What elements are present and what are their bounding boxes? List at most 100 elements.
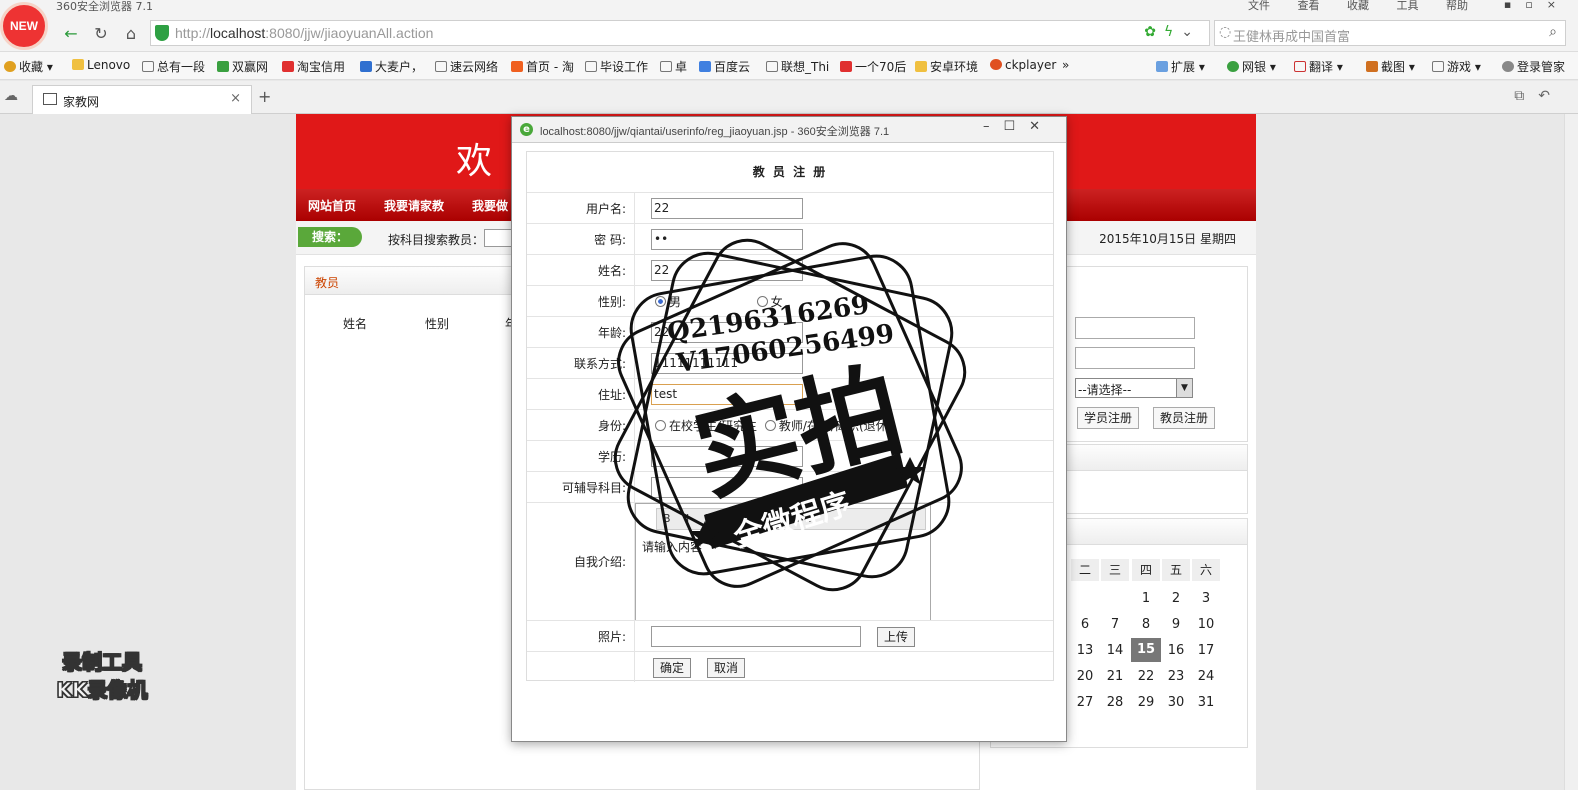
maximize-icon[interactable]: ▫ — [1525, 0, 1546, 11]
contact-input[interactable]: 11111111111 — [651, 353, 803, 374]
address-input[interactable]: test — [651, 384, 803, 405]
maximize-icon[interactable]: ☐ — [1003, 119, 1029, 134]
calendar-day[interactable]: 31 — [1191, 695, 1221, 710]
calendar-day[interactable]: 23 — [1161, 669, 1191, 684]
translate-button[interactable]: 翻译 ▾ — [1294, 58, 1343, 75]
name-input[interactable]: 22 — [651, 260, 803, 281]
age-input[interactable]: 22 — [651, 322, 803, 343]
bookmarks-more-button[interactable]: » — [1062, 58, 1069, 72]
menu-favorites[interactable]: 收藏 — [1347, 0, 1369, 12]
bookmark-item[interactable]: 首页 - 淘 — [511, 58, 574, 75]
nav-request-tutor[interactable]: 我要请家教 — [384, 197, 444, 214]
minimize-icon[interactable]: – — [983, 119, 1004, 134]
bookmark-item[interactable]: 双赢网 — [217, 58, 268, 75]
menu-tools[interactable]: 工具 — [1397, 0, 1419, 12]
calendar-day[interactable]: 14 — [1100, 643, 1130, 658]
home-icon[interactable]: ⌂ — [120, 24, 142, 44]
cloud-icon[interactable]: ☁ — [4, 88, 18, 104]
calendar-day[interactable]: 10 — [1191, 617, 1221, 632]
intro-rich-editor[interactable]: B I ☰ ☰ ▦ ▦ ? 请输入内容 — [635, 503, 931, 621]
chevron-down-icon[interactable]: ⌄ — [1181, 24, 1201, 40]
education-input[interactable] — [651, 446, 803, 467]
back-arrow-icon[interactable]: ← — [60, 24, 82, 44]
url-input[interactable]: http://localhost:8080/jjw/jiaoyuanAll.ac… — [150, 20, 1210, 46]
bookmark-item[interactable]: 卓 — [660, 58, 687, 75]
user-type-select[interactable]: --请选择-- ▼ — [1075, 378, 1193, 398]
calendar-day[interactable]: 17 — [1191, 643, 1221, 658]
bookmark-item[interactable]: 一个70后 — [840, 58, 906, 75]
undo-close-icon[interactable]: ↶ — [1538, 88, 1564, 104]
bookmark-item[interactable]: 联想_Thi — [766, 58, 829, 75]
tab-active[interactable]: 家教网 × — [32, 85, 252, 114]
menu-view[interactable]: 查看 — [1298, 0, 1320, 12]
nav-home[interactable]: 网站首页 — [308, 197, 356, 214]
close-tab-icon[interactable]: × — [230, 91, 241, 106]
restore-tab-icon[interactable]: ⧉ — [1514, 88, 1538, 104]
bookmark-item[interactable]: 大麦户， — [360, 58, 423, 75]
bookmark-item[interactable]: 毕设工作 — [585, 58, 648, 75]
calendar-day[interactable]: 16 — [1161, 643, 1191, 658]
calendar-day[interactable]: 8 — [1131, 617, 1161, 632]
refresh-icon[interactable]: ↻ — [90, 24, 112, 44]
calendar-day[interactable]: 28 — [1100, 695, 1130, 710]
cancel-button[interactable]: 取消 — [707, 658, 745, 678]
extensions-button[interactable]: 扩展 ▾ — [1156, 58, 1205, 75]
calendar-day[interactable]: 24 — [1191, 669, 1221, 684]
menu-help[interactable]: 帮助 — [1446, 0, 1468, 12]
nav-be-tutor[interactable]: 我要做 — [472, 197, 508, 214]
speed-icon[interactable]: ✿ — [1144, 24, 1164, 40]
close-icon[interactable]: × — [1547, 0, 1570, 11]
calendar-day[interactable]: 1 — [1131, 591, 1161, 606]
subject-search-input[interactable] — [484, 229, 514, 247]
teacher-register-button[interactable]: 教员注册 — [1153, 407, 1215, 429]
identity-teacher-radio[interactable] — [764, 420, 776, 431]
login-password-input[interactable] — [1075, 347, 1195, 369]
calendar-day[interactable]: 9 — [1161, 617, 1191, 632]
subjects-input[interactable] — [651, 477, 803, 498]
identity-student-radio[interactable] — [655, 420, 666, 431]
editor-toolbar[interactable]: B I ☰ ☰ ▦ ▦ ? — [656, 508, 926, 530]
lightning-icon[interactable]: ϟ — [1164, 24, 1181, 40]
calendar-day[interactable]: 22 — [1131, 669, 1161, 684]
bookmark-item[interactable]: 速云网络 — [435, 58, 498, 75]
calendar-day[interactable]: 20 — [1070, 669, 1100, 684]
calendar-day[interactable]: 27 — [1070, 695, 1100, 710]
calendar-day[interactable]: 30 — [1161, 695, 1191, 710]
calendar-day[interactable]: 2 — [1161, 591, 1191, 606]
calendar-day[interactable]: 29 — [1131, 695, 1161, 710]
gender-female-radio[interactable] — [756, 296, 768, 307]
games-button[interactable]: 游戏 ▾ — [1432, 58, 1481, 75]
bookmark-item[interactable]: 收藏 ▾ — [4, 58, 53, 75]
bookmark-item[interactable]: 淘宝信用 — [282, 58, 345, 75]
new-tab-icon[interactable]: + — [258, 87, 271, 106]
calendar-day[interactable]: 3 — [1191, 591, 1221, 606]
gender-male-radio[interactable] — [655, 296, 666, 307]
bookmark-item[interactable]: 百度云 — [699, 58, 750, 75]
menu-file[interactable]: 文件 — [1248, 0, 1270, 12]
minimize-icon[interactable]: ▪ — [1504, 0, 1525, 11]
calendar-day-today[interactable]: 15 — [1131, 638, 1161, 662]
search-input[interactable]: ◌ 王健林再成中国首富 ⌕ — [1214, 20, 1566, 46]
calendar-day[interactable]: 6 — [1070, 617, 1100, 632]
calendar-day[interactable]: 21 — [1100, 669, 1130, 684]
page-scrollbar[interactable] — [1564, 114, 1578, 790]
calendar-day[interactable]: 7 — [1100, 617, 1130, 632]
login-manager-button[interactable]: 登录管家 — [1502, 58, 1565, 75]
calendar-day[interactable]: 13 — [1070, 643, 1100, 658]
bookmark-item[interactable]: 总有一段 — [142, 58, 205, 75]
bookmark-item[interactable]: 安卓环境 — [915, 58, 978, 75]
bookmark-item[interactable]: Lenovo — [72, 58, 130, 72]
ebank-button[interactable]: 网银 ▾ — [1227, 58, 1276, 75]
login-username-input[interactable] — [1075, 317, 1195, 339]
password-input[interactable]: •• — [651, 229, 803, 250]
bookmark-item[interactable]: ckplayer — [990, 58, 1056, 72]
close-icon[interactable]: ✕ — [1029, 119, 1054, 134]
username-input[interactable]: 22 — [651, 198, 803, 219]
screenshot-button[interactable]: 截图 ▾ — [1366, 58, 1415, 75]
search-icon[interactable]: ⌕ — [1549, 24, 1557, 40]
upload-button[interactable]: 上传 — [877, 627, 915, 647]
student-register-button[interactable]: 学员注册 — [1077, 407, 1139, 429]
search-engine-icon[interactable]: ◌ — [1219, 24, 1231, 40]
photo-file-input[interactable] — [651, 626, 861, 647]
confirm-button[interactable]: 确定 — [653, 658, 691, 678]
